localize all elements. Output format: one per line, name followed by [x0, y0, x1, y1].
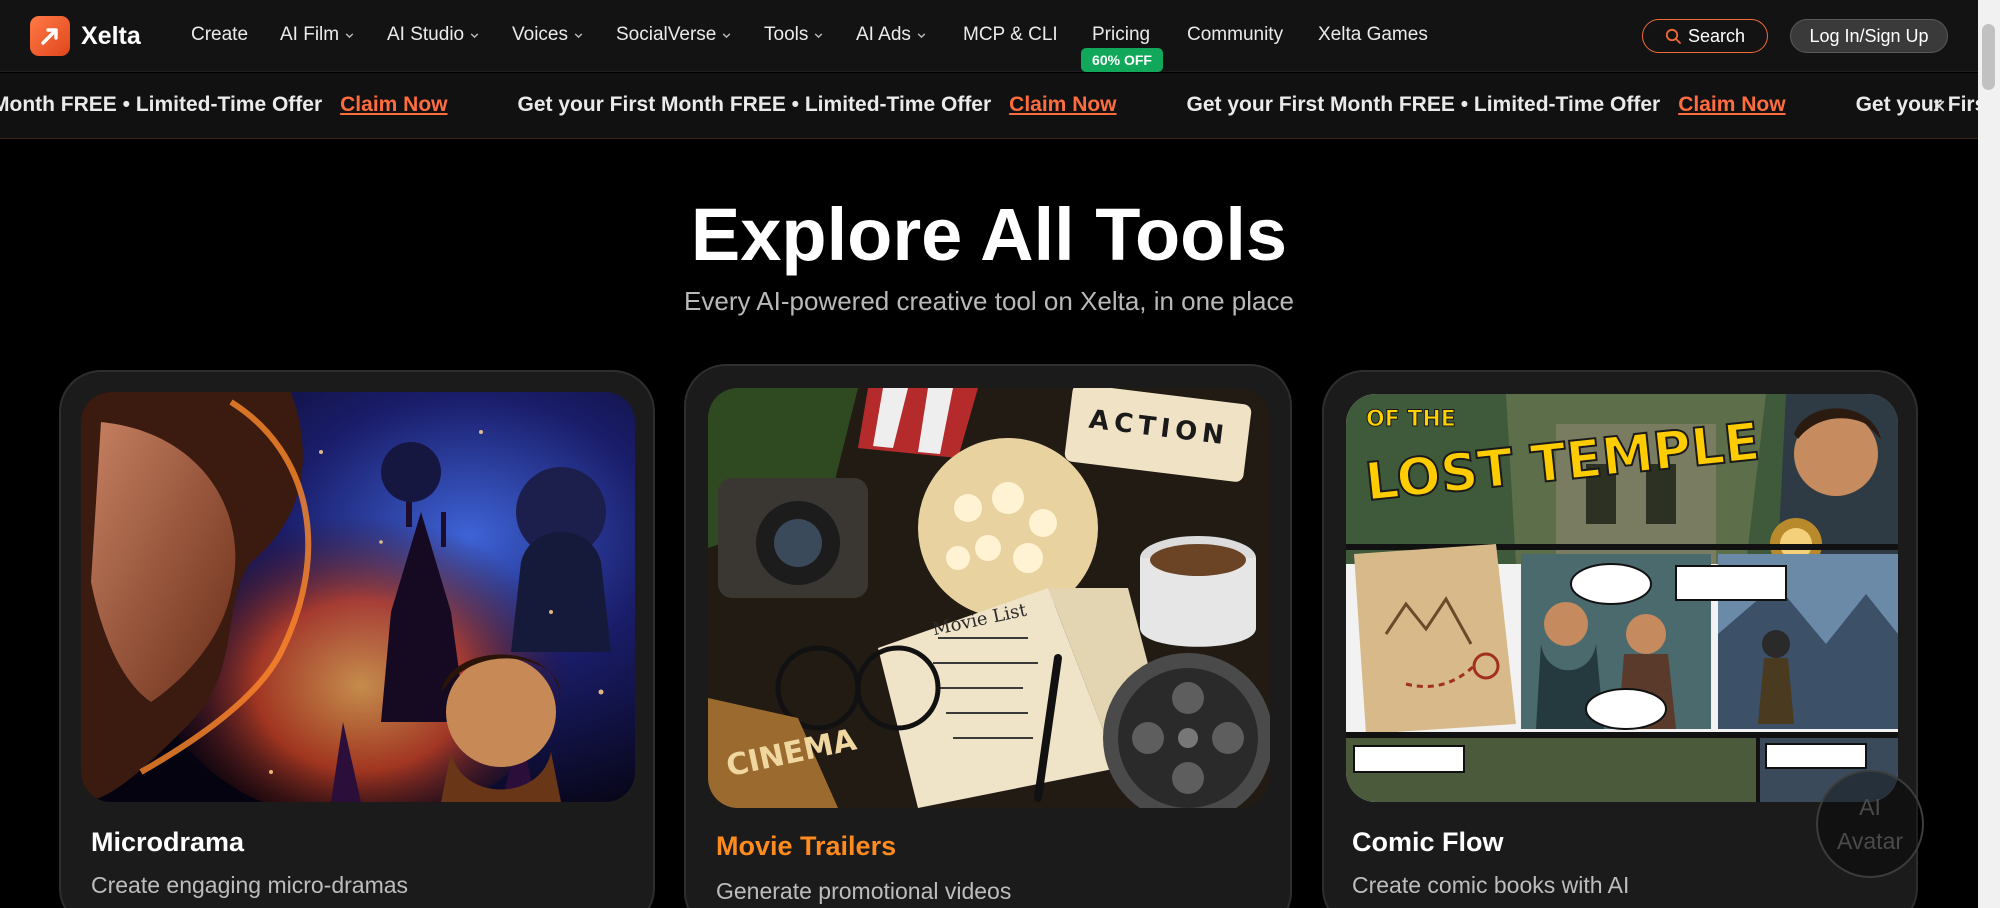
microdrama-thumbnail	[81, 392, 635, 802]
movie-trailers-thumbnail: ACTION Movie List CINEMA	[708, 388, 1270, 808]
nav-tools[interactable]: Tools	[764, 24, 824, 46]
nav-ai-studio[interactable]: AI Studio	[387, 24, 480, 46]
nav-voices[interactable]: Voices	[512, 24, 584, 46]
tool-card-movie-trailers[interactable]: ACTION Movie List CINEMA Movie Trailers …	[684, 364, 1292, 908]
nav-label: AI Film	[280, 24, 340, 45]
chevron-down-icon	[815, 32, 823, 38]
tool-card-microdrama[interactable]: Microdrama Create engaging micro-dramas	[59, 370, 655, 908]
card-title: Movie Trailers	[716, 831, 897, 861]
card-description: Create engaging micro-dramas	[91, 872, 409, 898]
comic-flow-thumbnail: OF THE LOST TEMPLE	[1346, 394, 1898, 802]
movie-trailers-art-image: ACTION Movie List CINEMA	[708, 388, 1270, 808]
chevron-down-icon	[917, 32, 926, 38]
nav-label: MCP & CLI	[963, 24, 1058, 45]
chevron-down-icon	[470, 32, 479, 38]
claim-now-link[interactable]: Claim Now	[340, 93, 447, 117]
nav-label: AI Ads	[856, 24, 911, 45]
nav-label: Xelta Games	[1318, 24, 1428, 45]
nav-label: Community	[1187, 24, 1284, 45]
nav-ai-film[interactable]: AI Film	[280, 24, 355, 46]
card-title: Comic Flow	[1352, 827, 1504, 857]
nav-label: Tools	[764, 24, 809, 45]
top-navbar: Xelta Create AI Film AI Studio Voices So…	[0, 0, 1978, 72]
close-icon[interactable]: ×	[1932, 93, 1946, 121]
xelta-logo-icon	[30, 16, 70, 56]
promo-text: Get your First Month FREE • Limited-Time…	[1186, 93, 1661, 116]
nav-xelta-games[interactable]: Xelta Games	[1318, 24, 1428, 46]
page-scrollbar[interactable]	[1978, 0, 2000, 908]
scrollbar-thumb[interactable]	[1982, 24, 1995, 90]
login-signup-button[interactable]: Log In/Sign Up	[1790, 19, 1948, 53]
brand-name: Xelta	[81, 21, 141, 50]
card-description: Create comic books with AI	[1352, 872, 1630, 898]
chevron-down-icon	[345, 32, 354, 38]
search-button-label: Search	[1687, 25, 1746, 46]
promo-marquee: Month FREE • Limited-Time Offer Claim No…	[0, 93, 1978, 117]
avatar-label-line1: AI	[1859, 794, 1881, 820]
nav-community[interactable]: Community	[1187, 24, 1283, 46]
promo-text: Get your First M	[1855, 93, 1978, 116]
nav-ai-ads[interactable]: AI Ads	[856, 24, 927, 46]
search-button[interactable]: Search	[1642, 19, 1768, 53]
nav-label: Voices	[512, 24, 568, 45]
promo-text: Get your First Month FREE • Limited-Time…	[517, 93, 992, 116]
nav-mcp-cli[interactable]: MCP & CLI	[963, 24, 1058, 46]
avatar-label-line2: Avatar	[1836, 828, 1904, 854]
ai-avatar-launcher[interactable]: AI Avatar	[1816, 770, 1924, 878]
comic-headline-top: OF THE	[1366, 407, 1456, 432]
microdrama-art-image	[81, 392, 635, 802]
promo-segment: Get your First Month FREE • Limited-Time…	[518, 93, 1117, 117]
chevron-down-icon	[723, 32, 731, 38]
nav-label: AI Studio	[387, 24, 465, 45]
comic-flow-art-image: OF THE LOST TEMPLE	[1346, 394, 1898, 802]
nav-label: Create	[191, 24, 249, 45]
search-icon	[1665, 28, 1681, 44]
promo-segment: Get your First M	[1856, 93, 1978, 117]
nav-label: Pricing	[1092, 24, 1151, 45]
promo-banner: Month FREE • Limited-Time Offer Claim No…	[0, 73, 1978, 139]
brand-logo[interactable]: Xelta	[30, 16, 141, 56]
nav-create[interactable]: Create	[191, 24, 248, 46]
nav-label: SocialVerse	[616, 24, 717, 45]
nav-socialverse[interactable]: SocialVerse	[616, 24, 732, 46]
page-title: Explore All Tools	[690, 193, 1288, 276]
promo-segment: Month FREE • Limited-Time Offer Claim No…	[0, 93, 448, 117]
card-description: Generate promotional videos	[716, 878, 1012, 904]
promo-segment: Get your First Month FREE • Limited-Time…	[1187, 93, 1786, 117]
nav-pricing[interactable]: Pricing	[1092, 24, 1150, 46]
claim-now-link[interactable]: Claim Now	[1009, 93, 1116, 117]
promo-text: Month FREE • Limited-Time Offer	[0, 93, 323, 116]
page-subtitle: Every AI-powered creative tool on Xelta,…	[684, 286, 1294, 316]
chevron-down-icon	[574, 32, 583, 38]
card-title: Microdrama	[91, 827, 245, 857]
pricing-discount-badge: 60% OFF	[1081, 48, 1163, 72]
claim-now-link[interactable]: Claim Now	[1678, 93, 1785, 117]
